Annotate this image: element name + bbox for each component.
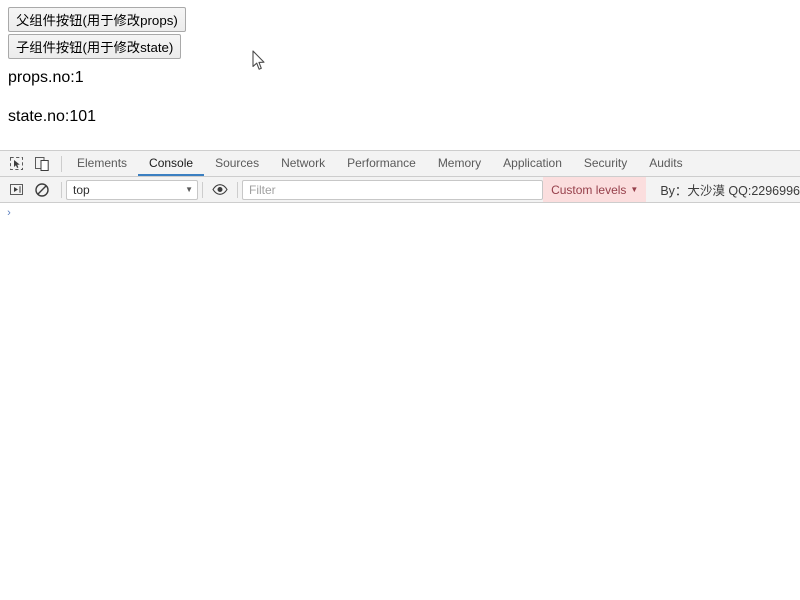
devtools-tab-list: Elements Console Sources Network Perform…	[66, 151, 800, 176]
tab-security[interactable]: Security	[573, 151, 638, 176]
console-filter-toolbar: top ▼ Custom levels ▼ By：大沙漠 QQ:2296996	[0, 177, 800, 203]
device-toolbar-button[interactable]	[29, 152, 55, 176]
props-no-text: props.no:1	[8, 69, 84, 86]
clear-console-button[interactable]	[29, 178, 55, 202]
console-message-area[interactable]: ›	[0, 204, 800, 600]
page-button-group: 父组件按钮(用于修改props) 子组件按钮(用于修改state)	[8, 7, 186, 61]
tab-memory[interactable]: Memory	[427, 151, 492, 176]
tab-console[interactable]: Console	[138, 151, 205, 176]
web-page-viewport: 父组件按钮(用于修改props) 子组件按钮(用于修改state) props.…	[0, 0, 800, 150]
eye-icon	[212, 183, 228, 195]
devtools-left-tools	[0, 151, 57, 176]
state-no-text: state.no:101	[8, 108, 97, 125]
tab-application[interactable]: Application	[492, 151, 573, 176]
filterbar-divider-2	[202, 181, 203, 198]
execute-snippet-button[interactable]	[3, 178, 29, 202]
clear-console-icon	[35, 182, 49, 197]
execution-context-select[interactable]: top ▼	[66, 179, 198, 200]
mouse-cursor-pointer	[252, 50, 265, 70]
tab-network[interactable]: Network	[270, 151, 336, 176]
console-filter-input[interactable]	[242, 179, 544, 200]
tab-audits[interactable]: Audits	[638, 151, 693, 176]
parent-component-button[interactable]: 父组件按钮(用于修改props)	[8, 7, 186, 32]
tab-sources[interactable]: Sources	[204, 151, 270, 176]
toolbar-divider	[61, 155, 62, 172]
tab-elements[interactable]: Elements	[66, 151, 138, 176]
filterbar-divider-3	[237, 181, 238, 198]
console-prompt-input[interactable]	[18, 206, 800, 221]
chevron-down-icon: ▼	[185, 184, 193, 194]
execute-snippet-icon	[9, 184, 23, 195]
devtools-panel: Elements Console Sources Network Perform…	[0, 150, 800, 600]
console-left-tools	[0, 177, 57, 202]
filterbar-divider-1	[61, 181, 62, 198]
execution-context-value: top	[73, 182, 90, 197]
credit-watermark: By：大沙漠 QQ:2296996	[660, 184, 800, 198]
tab-performance[interactable]: Performance	[336, 151, 427, 176]
device-toolbar-icon	[35, 156, 49, 171]
inspect-element-button[interactable]	[3, 152, 29, 176]
console-prompt-row[interactable]: ›	[0, 204, 800, 225]
log-levels-label: Custom levels	[551, 182, 627, 197]
log-levels-dropdown[interactable]: Custom levels ▼	[543, 177, 647, 202]
devtools-tabbar: Elements Console Sources Network Perform…	[0, 151, 800, 177]
console-sidebar-toggle-button[interactable]	[207, 177, 233, 201]
prompt-chevron-icon: ›	[7, 207, 11, 219]
inspect-element-icon	[9, 157, 23, 170]
child-component-button[interactable]: 子组件按钮(用于修改state)	[8, 34, 182, 59]
chevron-down-icon: ▼	[630, 184, 639, 194]
